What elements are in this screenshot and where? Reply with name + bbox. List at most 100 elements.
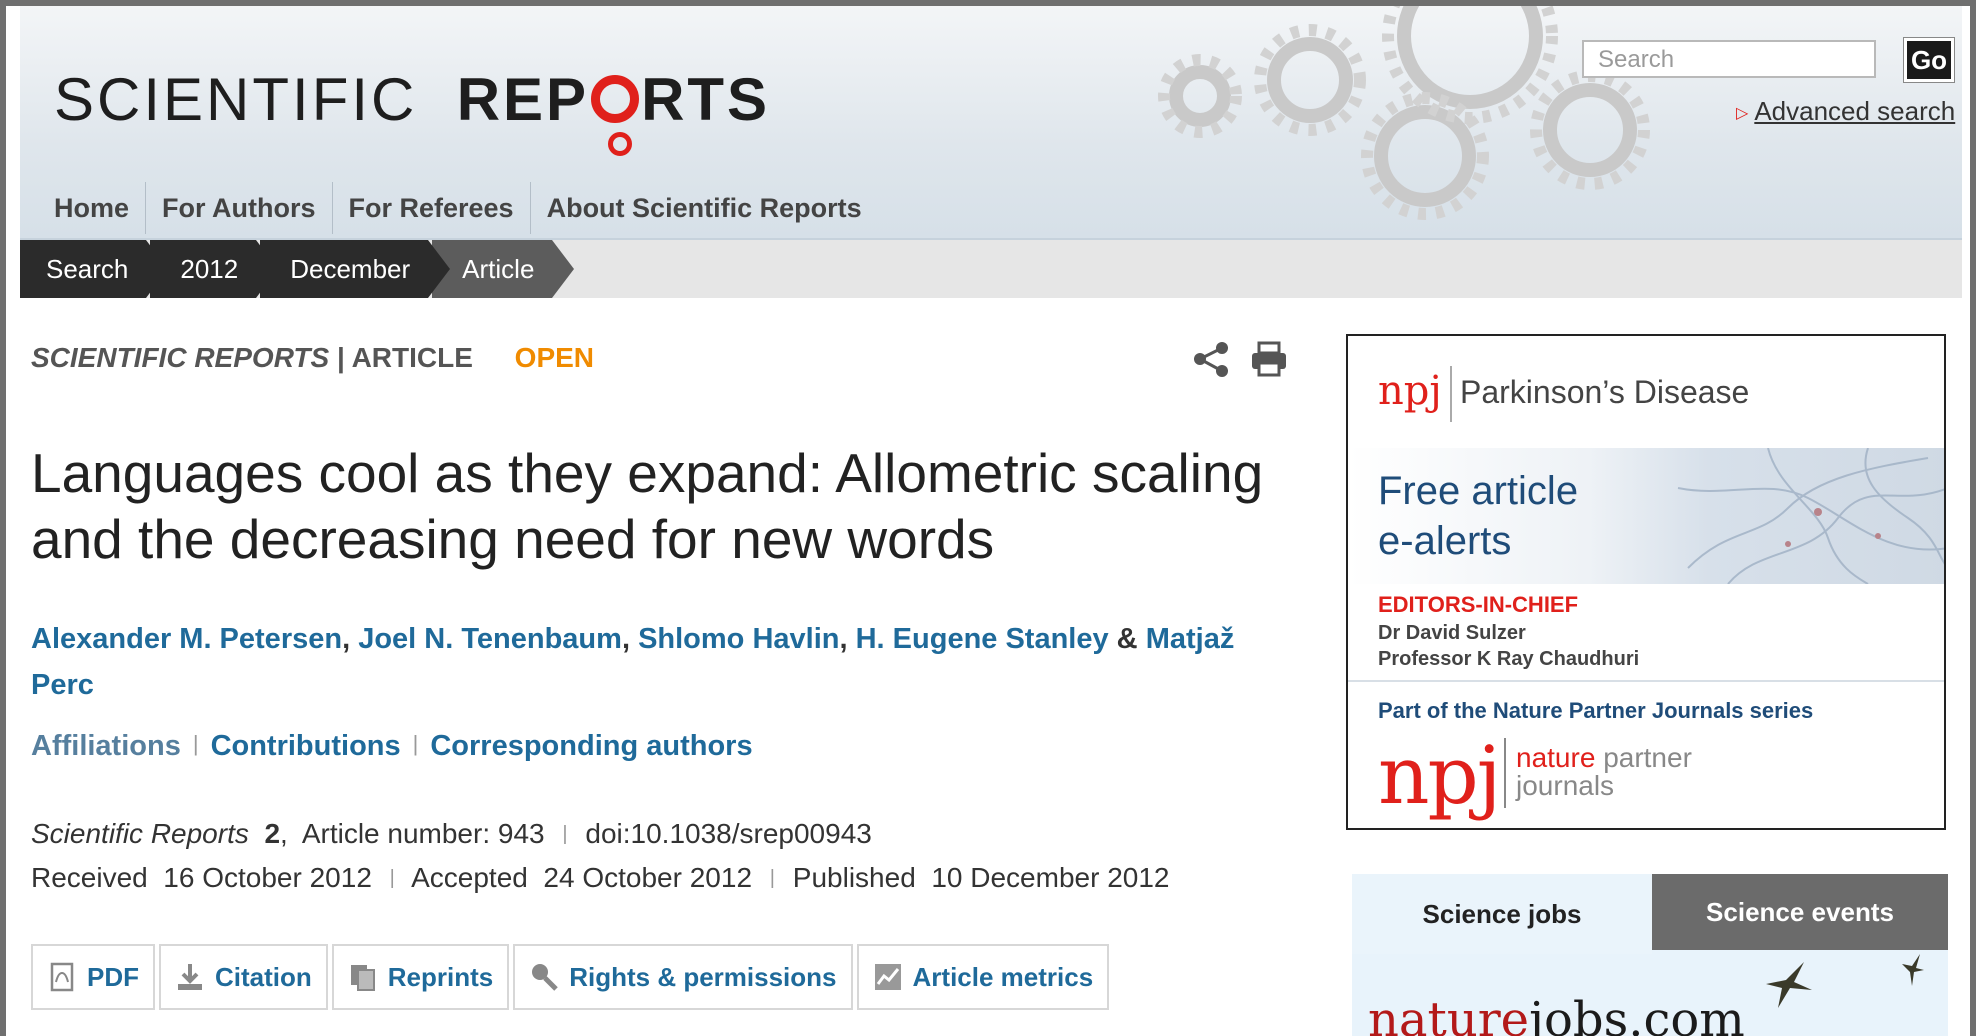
- logo-bold-text-2: RTS: [641, 66, 771, 133]
- citation-journal: Scientific Reports: [31, 818, 249, 849]
- pipe-divider: |: [192, 731, 199, 756]
- received-label: Received: [31, 862, 148, 893]
- received-date: 16 October 2012: [163, 862, 372, 893]
- tab-science-jobs[interactable]: Science jobs: [1352, 874, 1652, 954]
- citation-volume: 2: [264, 818, 281, 849]
- article-title: Languages cool as they expand: Allometri…: [31, 442, 1264, 570]
- ad-divider: [1504, 738, 1506, 808]
- triangle-icon: ▷: [1736, 105, 1749, 122]
- breadcrumb: Search 2012 December Article: [20, 240, 575, 298]
- dates-line: Received 16 October 2012 | Accepted 24 O…: [31, 862, 1169, 894]
- article-metrics-button[interactable]: Article metrics: [856, 944, 1110, 1010]
- author-separator: ,: [342, 623, 359, 655]
- breadcrumb-search[interactable]: Search: [20, 240, 169, 298]
- citation-article-number: Article number: 943: [301, 818, 545, 849]
- nav-for-referees[interactable]: For Referees: [331, 182, 530, 234]
- author-separator: ,: [839, 623, 856, 655]
- page-frame: SCIENTIFIC REP RTS Search Go ▷ Advanced s: [6, 6, 1970, 1036]
- ad-divider: [1348, 680, 1944, 682]
- meta-separator: |: [336, 342, 345, 373]
- logo-gear-icon: [591, 75, 640, 156]
- ad-headline: Free article e-alerts: [1378, 466, 1578, 566]
- accepted-label: Accepted: [411, 862, 528, 893]
- article-metrics-label: Article metrics: [912, 961, 1094, 992]
- logo-light-text: SCIENTIFIC: [54, 66, 418, 133]
- advanced-search: ▷ Advanced search: [1736, 96, 1955, 127]
- accepted-date: 24 October 2012: [543, 862, 753, 893]
- article-tools: PDF Citation Reprints Rights & permissio…: [31, 944, 1113, 1010]
- author-link[interactable]: Alexander M. Petersen: [31, 623, 342, 655]
- reprints-icon: [350, 965, 375, 991]
- bird-icon: [1902, 954, 1924, 986]
- contributions-link[interactable]: Contributions: [211, 730, 401, 762]
- corresponding-authors-link[interactable]: Corresponding authors: [430, 730, 752, 762]
- naturejobs-dark: jobs.com: [1529, 992, 1745, 1036]
- search-input[interactable]: Search: [1582, 40, 1876, 78]
- npj-small-logo: npj: [1378, 368, 1442, 414]
- ad-headline-line-2: e-alerts: [1378, 519, 1512, 563]
- nature-partner-journals-logo: nature partner journals: [1516, 744, 1692, 800]
- open-access-badge: OPEN: [514, 342, 595, 373]
- magnifier-icon: [532, 964, 559, 991]
- jobs-events-box: Science jobs Science events naturejobs.c…: [1352, 874, 1948, 1036]
- naturejobs-red: nature: [1368, 992, 1530, 1036]
- npj-parkinsons-ad[interactable]: npj Parkinson’s Disease Free article e-a…: [1346, 334, 1946, 830]
- citation-line: Scientific Reports 2, Article number: 94…: [31, 818, 872, 849]
- reprints-label: Reprints: [387, 961, 494, 992]
- decorative-gears-icon: [1158, 6, 1650, 220]
- series-text: Part of the Nature Partner Journals seri…: [1378, 698, 1814, 723]
- published-date: 10 December 2012: [931, 862, 1170, 893]
- site-header: SCIENTIFIC REP RTS Search Go ▷ Advanced s: [20, 6, 1962, 240]
- journal-label: SCIENTIFIC REPORTS: [31, 342, 330, 373]
- editor-name: Professor K Ray Chaudhuri: [1378, 648, 1640, 670]
- author-list: Alexander M. Petersen, Joel N. Tenenbaum…: [31, 616, 1291, 708]
- citation-doi: doi:10.1038/srep00943: [585, 818, 872, 849]
- pdf-icon: [50, 962, 74, 992]
- affiliations-link[interactable]: Affiliations: [31, 730, 181, 762]
- pipe-divider: |: [562, 823, 568, 845]
- metrics-icon: [874, 964, 901, 990]
- article-type: ARTICLE: [351, 342, 473, 373]
- nature-word: nature: [1516, 742, 1596, 773]
- reprints-button[interactable]: Reprints: [331, 944, 510, 1010]
- nav-home[interactable]: Home: [54, 182, 145, 234]
- nav-for-authors[interactable]: For Authors: [145, 182, 331, 234]
- author-link[interactable]: Shlomo Havlin: [638, 623, 839, 655]
- citation-button[interactable]: Citation: [159, 944, 328, 1010]
- editors-in-chief-label: EDITORS-IN-CHIEF: [1378, 592, 1579, 617]
- advanced-search-link[interactable]: Advanced search: [1754, 96, 1955, 126]
- npj-large-logo: npj: [1378, 729, 1502, 822]
- rights-permissions-label: Rights & permissions: [569, 961, 837, 992]
- main-nav: Home For Authors For Referees About Scie…: [54, 182, 878, 234]
- share-icon[interactable]: [1192, 340, 1232, 378]
- ad-headline-line-1: Free article: [1378, 469, 1579, 513]
- pipe-divider: |: [389, 867, 395, 889]
- naturejobs-logo[interactable]: naturejobs.com: [1368, 992, 1745, 1036]
- tab-science-events[interactable]: Science events: [1652, 874, 1948, 950]
- breadcrumb-december[interactable]: December: [260, 240, 451, 298]
- ad-journal-title: Parkinson’s Disease: [1460, 374, 1750, 410]
- pdf-label: PDF: [87, 961, 139, 992]
- rights-permissions-button[interactable]: Rights & permissions: [513, 944, 853, 1010]
- partner-word: partner: [1603, 742, 1692, 773]
- nav-about[interactable]: About Scientific Reports: [529, 182, 878, 234]
- breadcrumb-article: Article: [432, 240, 575, 298]
- download-icon: [178, 964, 202, 990]
- logo-bold-text-1: REP: [456, 66, 590, 133]
- author-link[interactable]: H. Eugene Stanley: [856, 623, 1109, 655]
- author-and: &: [1108, 623, 1146, 655]
- article-meta: SCIENTIFIC REPORTS | ARTICLE OPEN: [31, 342, 594, 374]
- ad-divider: [1450, 366, 1452, 422]
- author-link[interactable]: Joel N. Tenenbaum: [358, 623, 622, 655]
- journals-word: journals: [1516, 770, 1615, 801]
- neuron-image-icon: [1677, 448, 1944, 584]
- citation-label: Citation: [215, 961, 312, 992]
- print-icon[interactable]: [1250, 340, 1288, 378]
- published-label: Published: [792, 862, 916, 893]
- pdf-button[interactable]: PDF: [31, 944, 155, 1010]
- scientific-reports-logo[interactable]: SCIENTIFIC REP RTS: [54, 70, 770, 156]
- editor-name: Dr David Sulzer: [1378, 622, 1526, 644]
- go-button[interactable]: Go: [1903, 37, 1955, 83]
- article-info-links: Affiliations | Contributions | Corresponding…: [31, 730, 753, 763]
- pipe-divider: |: [769, 867, 775, 889]
